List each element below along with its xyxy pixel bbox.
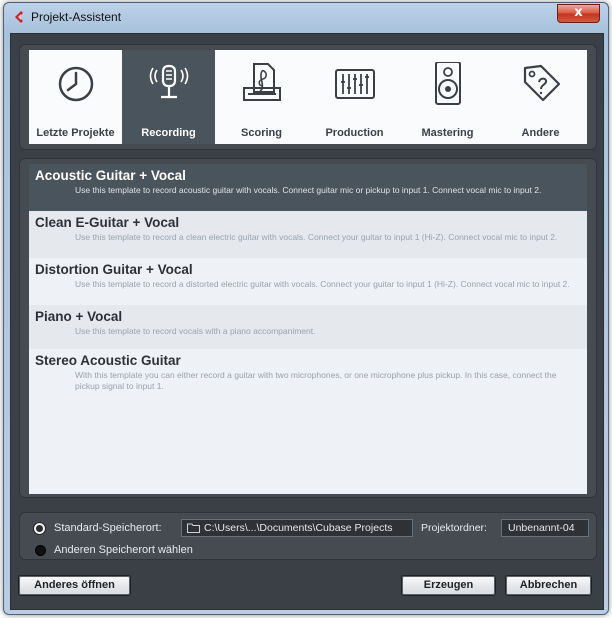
category-panel: Letzte Projekte Recording Scoring Produc…	[19, 44, 597, 150]
template-item[interactable]: Clean E-Guitar + Vocal Use this template…	[29, 211, 587, 258]
dialog-body: Letzte Projekte Recording Scoring Produc…	[10, 33, 604, 610]
category-letzte-projekte[interactable]: Letzte Projekte	[29, 50, 122, 144]
template-title: Distortion Guitar + Vocal	[35, 262, 193, 277]
category-label: Letzte Projekte	[36, 127, 115, 139]
template-list[interactable]: Acoustic Guitar + Vocal Use this templat…	[29, 164, 587, 494]
project-folder-label: Projektordner:	[421, 522, 487, 534]
category-scoring[interactable]: Scoring	[215, 50, 308, 144]
clock-icon	[58, 66, 94, 102]
category-recording[interactable]: Recording	[122, 50, 215, 144]
category-label: Mastering	[421, 127, 474, 139]
close-button[interactable]: x	[557, 4, 600, 23]
standard-location-label: Standard-Speicherort:	[54, 522, 162, 534]
category-label: Production	[325, 127, 384, 139]
create-button[interactable]: Erzeugen	[401, 575, 496, 596]
standard-location-radio[interactable]	[34, 523, 45, 534]
category-production[interactable]: Production	[308, 50, 401, 144]
folder-icon	[187, 523, 200, 533]
category-label: Recording	[141, 127, 196, 139]
template-list-panel: Acoustic Guitar + Vocal Use this templat…	[19, 158, 597, 498]
tag-icon	[523, 64, 561, 102]
template-description: Use this template to record a distorted …	[75, 279, 570, 289]
open-other-button[interactable]: Anderes öffnen	[18, 575, 131, 596]
other-location-label: Anderen Speicherort wählen	[54, 544, 193, 556]
template-title: Piano + Vocal	[35, 309, 123, 324]
standard-path-field[interactable]: C:\Users\...\Documents\Cubase Projects	[181, 519, 413, 537]
template-item[interactable]: Piano + Vocal Use this template to recor…	[29, 305, 587, 349]
template-description: Use this template to record acoustic gui…	[75, 185, 542, 195]
standard-path-value: C:\Users\...\Documents\Cubase Projects	[204, 522, 393, 534]
template-item[interactable]: Acoustic Guitar + Vocal Use this templat…	[29, 164, 587, 211]
template-item[interactable]: Distortion Guitar + Vocal Use this templ…	[29, 258, 587, 305]
template-description: Use this template to record a clean elec…	[75, 232, 558, 242]
category-mastering[interactable]: Mastering	[401, 50, 494, 144]
sheet-music-icon	[243, 63, 281, 101]
category-label: Andere	[521, 127, 560, 139]
category-bar: Letzte Projekte Recording Scoring Produc…	[29, 50, 587, 144]
template-title: Clean E-Guitar + Vocal	[35, 215, 180, 230]
template-title: Acoustic Guitar + Vocal	[35, 168, 186, 183]
microphone-icon	[149, 64, 189, 99]
speaker-icon	[435, 62, 461, 105]
title-bar: Projekt-Assistent x	[4, 3, 608, 31]
template-title: Stereo Acoustic Guitar	[35, 353, 181, 368]
category-label: Scoring	[241, 127, 282, 139]
cancel-button[interactable]: Abbrechen	[505, 575, 592, 596]
project-folder-field[interactable]: Unbenannt-04	[501, 519, 589, 537]
project-assistant-window: Projekt-Assistent x Letzte Projekte Reco…	[3, 2, 609, 615]
cubase-logo-icon	[15, 11, 23, 23]
other-location-radio[interactable]	[35, 545, 46, 556]
template-description: Use this template to record vocals with …	[75, 326, 316, 336]
save-location-panel: Standard-Speicherort: C:\Users\...\Docum…	[19, 512, 597, 560]
template-item[interactable]: Stereo Acoustic Guitar With this templat…	[29, 349, 587, 396]
template-description: With this template you can either record…	[75, 370, 557, 391]
mixer-faders-icon	[335, 69, 375, 99]
window-title: Projekt-Assistent	[31, 10, 122, 24]
category-andere[interactable]: Andere	[494, 50, 587, 144]
